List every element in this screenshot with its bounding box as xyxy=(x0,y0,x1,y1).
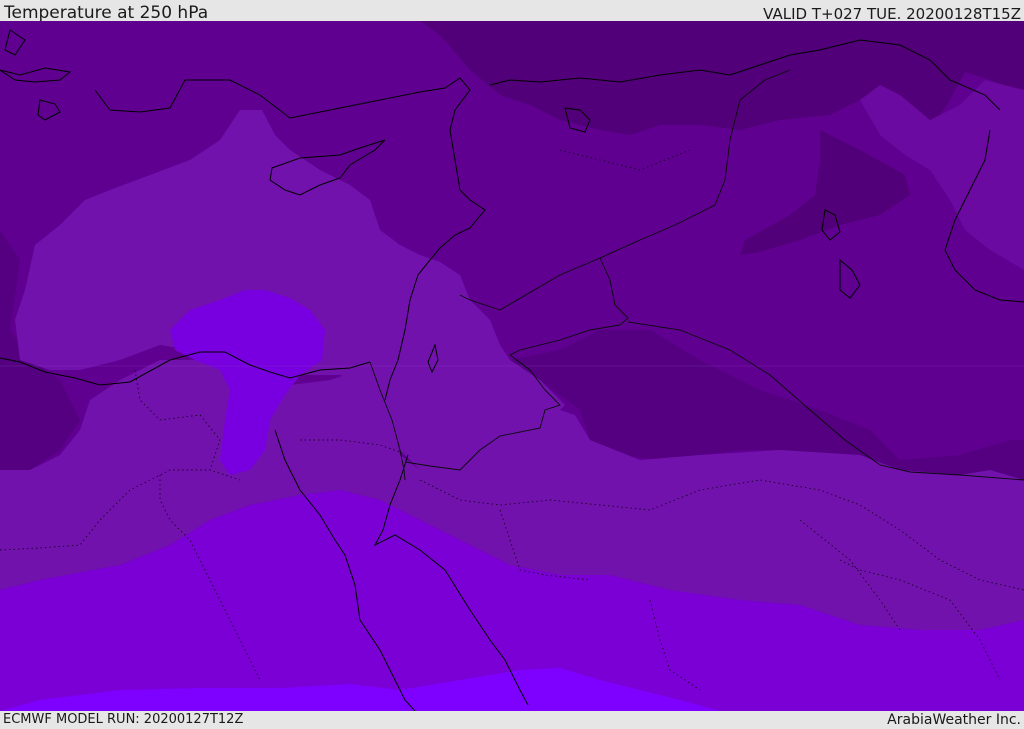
weather-map-page: Temperature at 250 hPa VALID T+027 TUE. … xyxy=(0,0,1024,729)
footer-bar: ECMWF MODEL RUN: 20200127T12Z ArabiaWeat… xyxy=(0,711,1024,729)
map-title: Temperature at 250 hPa xyxy=(4,3,209,23)
temperature-map xyxy=(0,21,1024,711)
credit-label: ArabiaWeather Inc. xyxy=(887,712,1021,728)
header-bar: Temperature at 250 hPa VALID T+027 TUE. … xyxy=(0,0,1024,23)
model-run-label: ECMWF MODEL RUN: 20200127T12Z xyxy=(3,712,244,727)
